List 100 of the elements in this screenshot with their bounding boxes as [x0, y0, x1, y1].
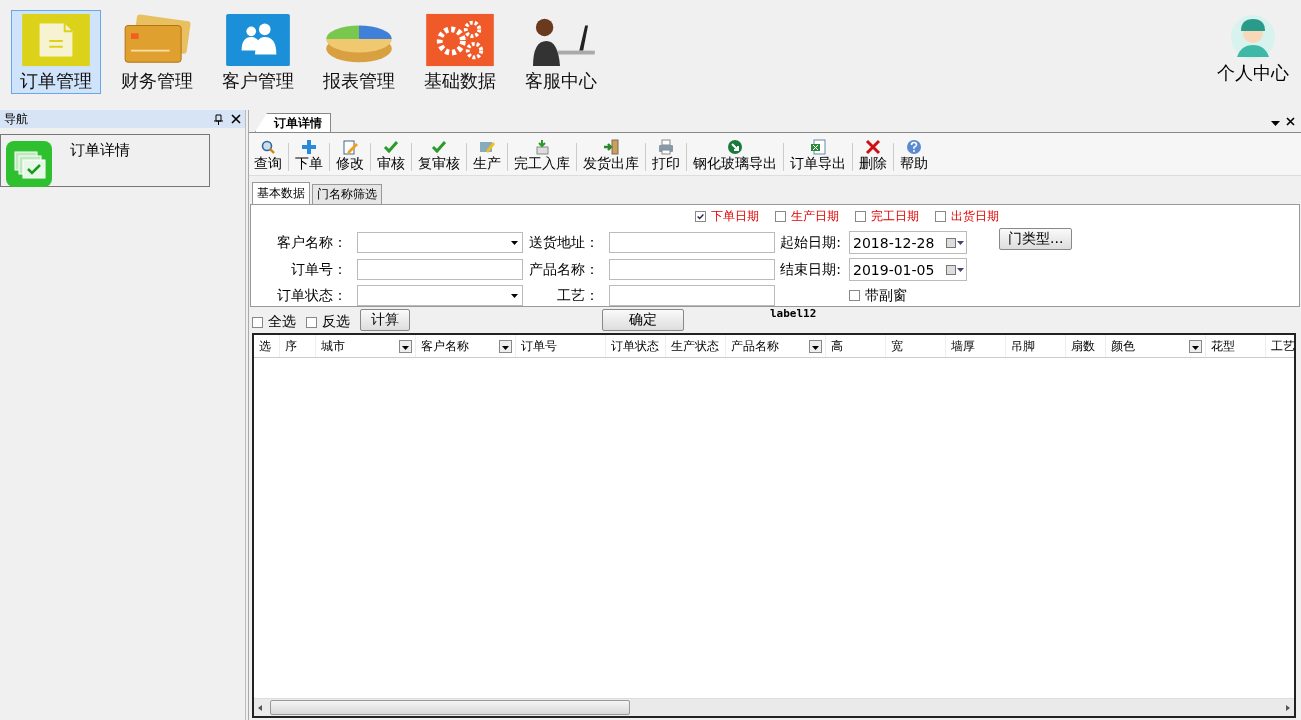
column-header[interactable]: 产品名称	[726, 335, 826, 357]
toolbar-button[interactable]: 发货出库	[580, 139, 642, 173]
calendar-icon	[946, 264, 964, 275]
checkbox[interactable]	[695, 211, 706, 222]
toolbar-icon	[603, 139, 619, 155]
column-header[interactable]: 颜色	[1106, 335, 1206, 357]
close-icon[interactable]	[231, 114, 241, 124]
date-picker[interactable]: 2018-12-28	[849, 231, 967, 254]
input-field[interactable]	[357, 259, 523, 280]
toolbar-icon	[658, 139, 674, 155]
column-header[interactable]: 客户名称	[416, 335, 516, 357]
column-header[interactable]: 序	[280, 335, 316, 357]
toolbar-button[interactable]: 审核	[374, 139, 408, 173]
field-label: 送货地址：	[528, 233, 600, 252]
column-header[interactable]: 工艺	[1266, 335, 1294, 357]
checkbox[interactable]	[855, 211, 866, 222]
column-header[interactable]: 花型	[1206, 335, 1266, 357]
field-label: 工艺：	[556, 286, 600, 305]
filter-dropdown-icon[interactable]	[399, 339, 412, 353]
field-label: 客户名称：	[276, 233, 348, 252]
column-header[interactable]: 扇数	[1066, 335, 1106, 357]
toolbar-button[interactable]: 完工入库	[511, 139, 573, 173]
checkbox-label: 完工日期	[871, 208, 919, 225]
confirm-button[interactable]: 确定	[602, 309, 684, 331]
door-type-button[interactable]: 门类型...	[999, 228, 1073, 250]
toolbar-button[interactable]: 修改	[333, 139, 367, 173]
nav-item[interactable]: 订单详情	[0, 134, 210, 187]
input-field[interactable]	[609, 259, 775, 280]
column-header[interactable]: 订单状态	[606, 335, 666, 357]
toolbar-icon	[479, 139, 495, 155]
user-center-button[interactable]: 个人中心	[1217, 13, 1289, 85]
toolbar-icon	[534, 139, 550, 155]
module-button[interactable]: 客服中心	[516, 10, 606, 94]
toolbar-icon	[383, 139, 399, 155]
column-header[interactable]: 生产状态	[666, 335, 726, 357]
column-header[interactable]: 城市	[316, 335, 416, 357]
toolbar-button[interactable]: 生产	[470, 139, 504, 173]
toolbar-icon	[865, 139, 881, 155]
nav-title: 导航	[4, 110, 29, 128]
toolbar-button[interactable]: 钢化玻璃导出	[690, 139, 780, 173]
field-label: 结束日期:	[779, 260, 842, 279]
toolbar-button[interactable]: 帮助	[897, 139, 931, 173]
toolbar-icon	[301, 139, 317, 155]
input-field[interactable]	[609, 285, 775, 306]
checkbox-label: 出货日期	[951, 208, 999, 225]
toolbar-button[interactable]: 订单导出	[787, 139, 849, 173]
toolbar-button[interactable]: 删除	[856, 139, 890, 173]
module-button[interactable]: 报表管理	[314, 10, 404, 94]
calendar-icon	[946, 237, 964, 248]
checkbox[interactable]	[775, 211, 786, 222]
document-tab[interactable]: 订单详情	[255, 113, 331, 132]
pin-icon[interactable]	[214, 113, 223, 125]
horizontal-scrollbar[interactable]	[254, 698, 1294, 716]
toolbar-icon	[431, 139, 447, 155]
filter-dropdown-icon[interactable]	[1189, 339, 1202, 353]
filter-dropdown-icon[interactable]	[499, 339, 512, 353]
dropdown-field[interactable]	[357, 285, 523, 306]
module-button[interactable]: 基础数据	[415, 10, 505, 94]
checkbox-label: 带副窗	[865, 286, 907, 305]
field-label: 订单号：	[290, 260, 348, 279]
dropdown-arrow-icon[interactable]	[1271, 121, 1280, 126]
toolbar-icon	[342, 139, 358, 155]
toolbar-icon	[810, 139, 826, 155]
dropdown-arrow-icon	[511, 293, 518, 298]
toolbar-icon	[727, 139, 743, 155]
date-picker[interactable]: 2019-01-05	[849, 258, 967, 281]
dropdown-field[interactable]	[357, 232, 523, 253]
calculate-button[interactable]: 计算	[360, 309, 410, 331]
close-icon[interactable]	[1286, 117, 1295, 126]
checkbox-label: 生产日期	[791, 208, 839, 225]
column-header[interactable]: 高	[826, 335, 886, 357]
filter-dropdown-icon[interactable]	[809, 339, 822, 353]
checkbox[interactable]	[252, 316, 263, 328]
checkbox[interactable]	[935, 211, 946, 222]
toolbar-button[interactable]: 打印	[649, 139, 683, 173]
checkbox-label: 全选	[268, 313, 296, 331]
toolbar-icon	[260, 139, 276, 155]
module-button[interactable]: 财务管理	[112, 10, 202, 94]
checked-windows-icon	[6, 141, 52, 187]
module-button[interactable]: 订单管理	[11, 10, 101, 94]
toolbar-button[interactable]: 查询	[251, 139, 285, 173]
input-field[interactable]	[609, 232, 775, 253]
toolbar-button[interactable]: 复审核	[415, 139, 463, 173]
column-header[interactable]: 宽	[886, 335, 946, 357]
field-label: 产品名称：	[528, 260, 600, 279]
checkbox-label: 下单日期	[711, 208, 759, 225]
column-header[interactable]: 订单号	[516, 335, 606, 357]
tab[interactable]: 基本数据	[252, 182, 310, 204]
column-header[interactable]: 吊脚	[1006, 335, 1066, 357]
column-header[interactable]: 墙厚	[946, 335, 1006, 357]
toolbar-button[interactable]: 下单	[292, 139, 326, 173]
module-button[interactable]: 客户管理	[213, 10, 303, 94]
tab[interactable]: 门名称筛选	[312, 184, 382, 204]
toolbar-icon	[906, 139, 922, 155]
checkbox[interactable]	[849, 290, 860, 301]
column-header[interactable]: 选	[254, 335, 280, 357]
field-label: 起始日期:	[779, 233, 842, 252]
status-label: label12	[770, 307, 817, 320]
checkbox[interactable]	[306, 316, 317, 328]
field-label: 订单状态：	[276, 286, 348, 305]
